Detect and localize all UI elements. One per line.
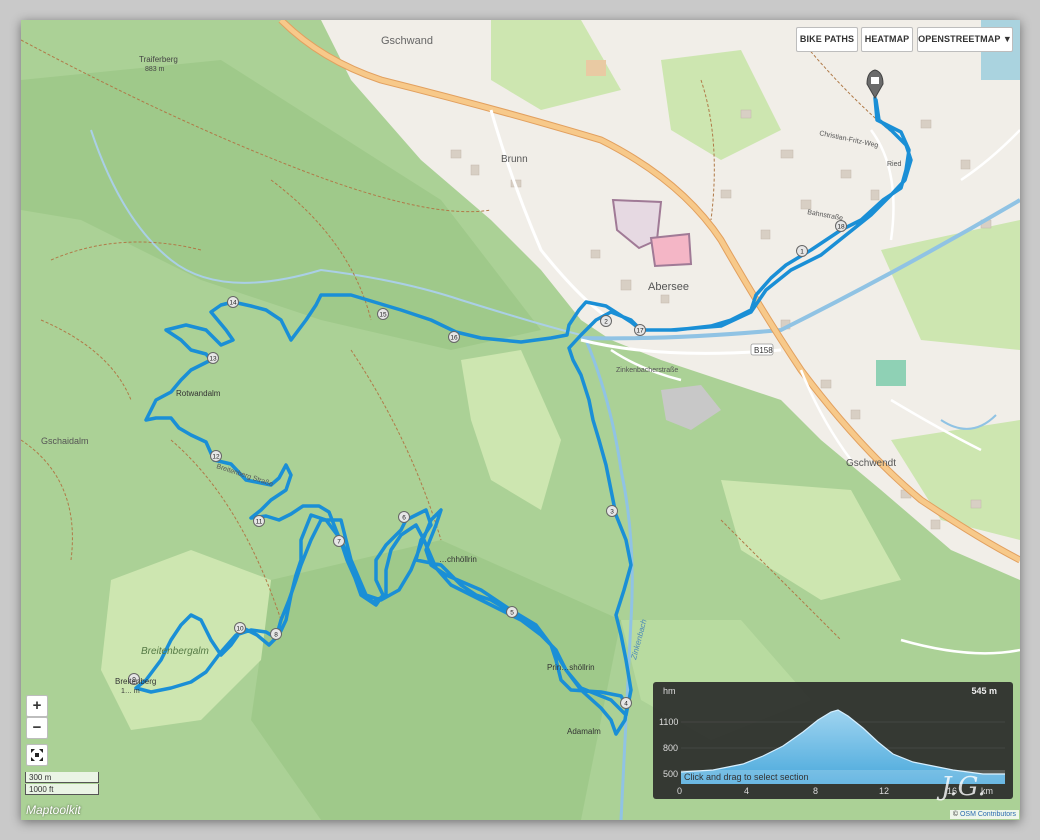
waypoint-label: 11 [256, 519, 263, 526]
heatmap-button[interactable]: HEATMAP [861, 27, 913, 52]
waypoint-label: 3 [610, 509, 614, 516]
bike-paths-button[interactable]: BIKE PATHS [796, 27, 858, 52]
elevation-select-hint: Click and drag to select section [684, 772, 809, 782]
waypoint-label: 14 [229, 300, 237, 307]
zoom-out-button[interactable]: − [26, 717, 48, 739]
waypoint-label: 17 [636, 328, 644, 335]
elevation-x-tick: 4 [744, 786, 750, 796]
label-traiferberg: Traiferberg [139, 55, 178, 64]
elevation-x-tick: 8 [813, 786, 819, 796]
elevation-y-tick: 800 [663, 743, 679, 753]
elevation-y-tick: 500 [663, 769, 679, 779]
label-ried: Ried [887, 161, 902, 168]
label-b158: B158 [754, 346, 773, 355]
waypoint-label: 13 [209, 356, 217, 363]
scale-metric: 300 m [25, 772, 99, 783]
signature-watermark: J.G. [941, 772, 986, 802]
zoom-in-button[interactable]: + [26, 695, 48, 717]
maptoolkit-logo: Maptoolkit [26, 803, 81, 817]
label-gschaidalm: Gschaidalm [41, 436, 89, 446]
waypoint-label: 2 [604, 319, 608, 326]
elevation-x-tick: 12 [879, 786, 890, 796]
waypoint-label: 18 [837, 224, 845, 231]
waypoint-label: 1 [800, 249, 804, 256]
waypoint-marker[interactable]: 4 [620, 697, 632, 709]
waypoint-marker[interactable]: 8 [270, 628, 282, 640]
waypoint-label: 4 [624, 701, 628, 708]
elevation-y-tick: 1100 [659, 717, 679, 727]
label-breitenberg-elev: 1… m [121, 688, 140, 695]
sports-field [876, 360, 906, 386]
waypoint-label: 8 [274, 632, 278, 639]
waypoint-label: 7 [337, 539, 341, 546]
allotment [586, 60, 606, 76]
label-schhoellrin: …chhöllrin [439, 555, 477, 564]
label-adamalm: Adamalm [567, 727, 601, 736]
waypoint-label: 6 [402, 515, 406, 522]
waypoint-label: 16 [450, 335, 458, 342]
attribution-copy: © [952, 811, 959, 818]
waypoint-label: 15 [379, 312, 387, 319]
waypoint-marker[interactable]: 15 [377, 308, 389, 320]
waypoint-marker[interactable]: 16 [448, 331, 460, 343]
label-prinzhoellrin: Prin…shöllrin [547, 663, 595, 672]
waypoint-marker[interactable]: 11 [253, 515, 265, 527]
label-gschwand-top: Gschwand [381, 35, 433, 47]
label-gschwendt: Gschwendt [846, 458, 896, 469]
waypoint-label: 5 [510, 610, 514, 617]
label-rotwandalm: Rotwandalm [176, 389, 221, 398]
waypoint-label: 12 [212, 454, 220, 461]
elevation-max-label: 545 m [971, 686, 997, 696]
waypoint-marker[interactable]: 12 [210, 450, 222, 462]
label-breitenbergalm: Breitenbergalm [141, 646, 209, 657]
waypoint-marker[interactable]: 1 [796, 245, 808, 257]
waypoint-marker[interactable]: 10 [234, 622, 246, 634]
waypoint-marker[interactable]: 6 [398, 511, 410, 523]
special-area [649, 232, 693, 268]
elevation-x-tick: 0 [677, 786, 683, 796]
map-viewport[interactable]: 1 2 3 4 5 6 7 8 9 10 11 12 13 14 15 16 17 18 Gschwand Tra… [21, 20, 1020, 820]
attribution: © OSM Contributors [949, 810, 1019, 819]
fullscreen-button[interactable] [26, 744, 48, 766]
elevation-unit-label: hm [663, 686, 676, 696]
waypoint-marker[interactable]: 7 [333, 535, 345, 547]
label-brunn: Brunn [501, 154, 528, 165]
basemap-select[interactable]: OPENSTREETMAP ▼ [917, 27, 1013, 52]
road-shield-b158: B158 [750, 343, 774, 356]
waypoint-marker[interactable]: 14 [227, 296, 239, 308]
waypoint-label: 10 [236, 626, 244, 633]
waypoint-marker[interactable]: 3 [606, 505, 618, 517]
waypoint-marker[interactable]: 17 [634, 324, 646, 336]
label-abersee: Abersee [648, 281, 689, 293]
waypoint-marker[interactable]: 2 [600, 315, 612, 327]
osm-contributors-link[interactable]: OSM Contributors [960, 811, 1016, 818]
waypoint-marker[interactable]: 5 [506, 606, 518, 618]
waypoint-marker[interactable]: 13 [207, 352, 219, 364]
fullscreen-icon [31, 749, 43, 761]
label-traiferberg-elev: 883 m [145, 66, 165, 73]
scale-imperial: 1000 ft [25, 784, 99, 795]
label-breitenberg: Breitenberg [115, 677, 156, 686]
waypoint-marker[interactable]: 18 [835, 220, 847, 232]
label-zinkenbach-road: Zinkenbacherstraße [616, 367, 678, 374]
